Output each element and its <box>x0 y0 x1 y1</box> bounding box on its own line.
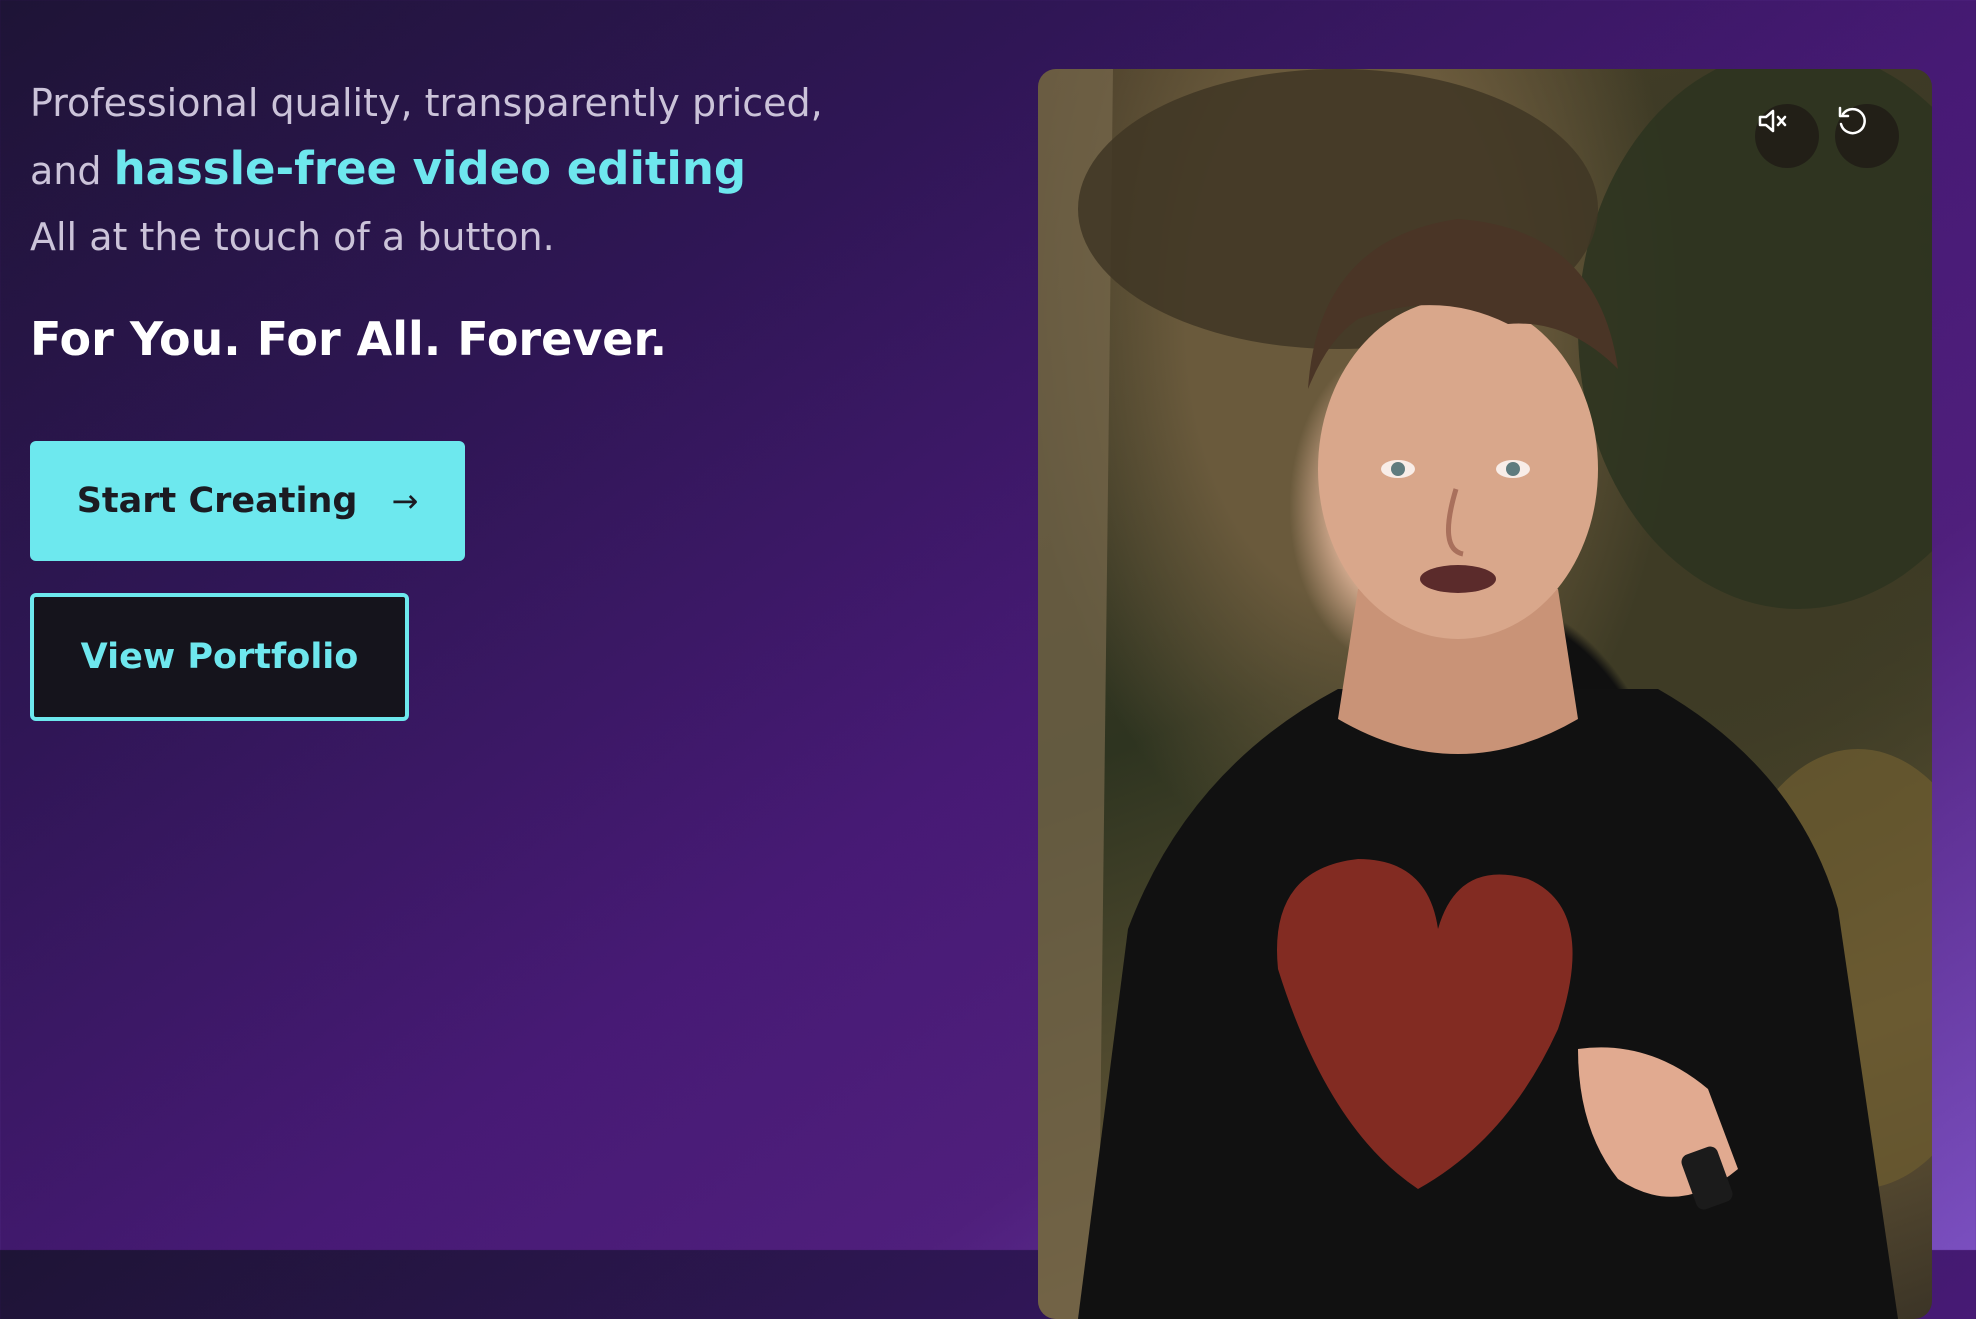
start-creating-label: Start Creating <box>76 481 358 521</box>
view-portfolio-button[interactable]: View Portfolio <box>30 593 409 721</box>
hero-text-block: Professional quality, transparently pric… <box>30 70 930 270</box>
volume-muted-icon <box>1758 109 1787 133</box>
hero-line-3: All at the touch of a button. <box>30 215 555 259</box>
hero-accent-text: hassle-free video editing <box>113 142 747 195</box>
arrow-right-icon: → <box>391 482 419 520</box>
hero-line-2: and hassle-free video editing <box>30 136 930 204</box>
hero-line-2-prefix: and <box>30 149 102 193</box>
replay-icon <box>1838 106 1866 135</box>
replay-button[interactable] <box>1835 104 1899 168</box>
video-frame-image <box>1038 69 1932 1319</box>
video-player[interactable] <box>1038 69 1932 1319</box>
tagline: For You. For All. Forever. <box>30 312 668 366</box>
view-portfolio-label: View Portfolio <box>80 637 359 677</box>
hero-line-1: Professional quality, transparently pric… <box>30 81 823 125</box>
start-creating-button[interactable]: Start Creating → <box>30 441 465 561</box>
mute-button[interactable] <box>1755 104 1819 168</box>
